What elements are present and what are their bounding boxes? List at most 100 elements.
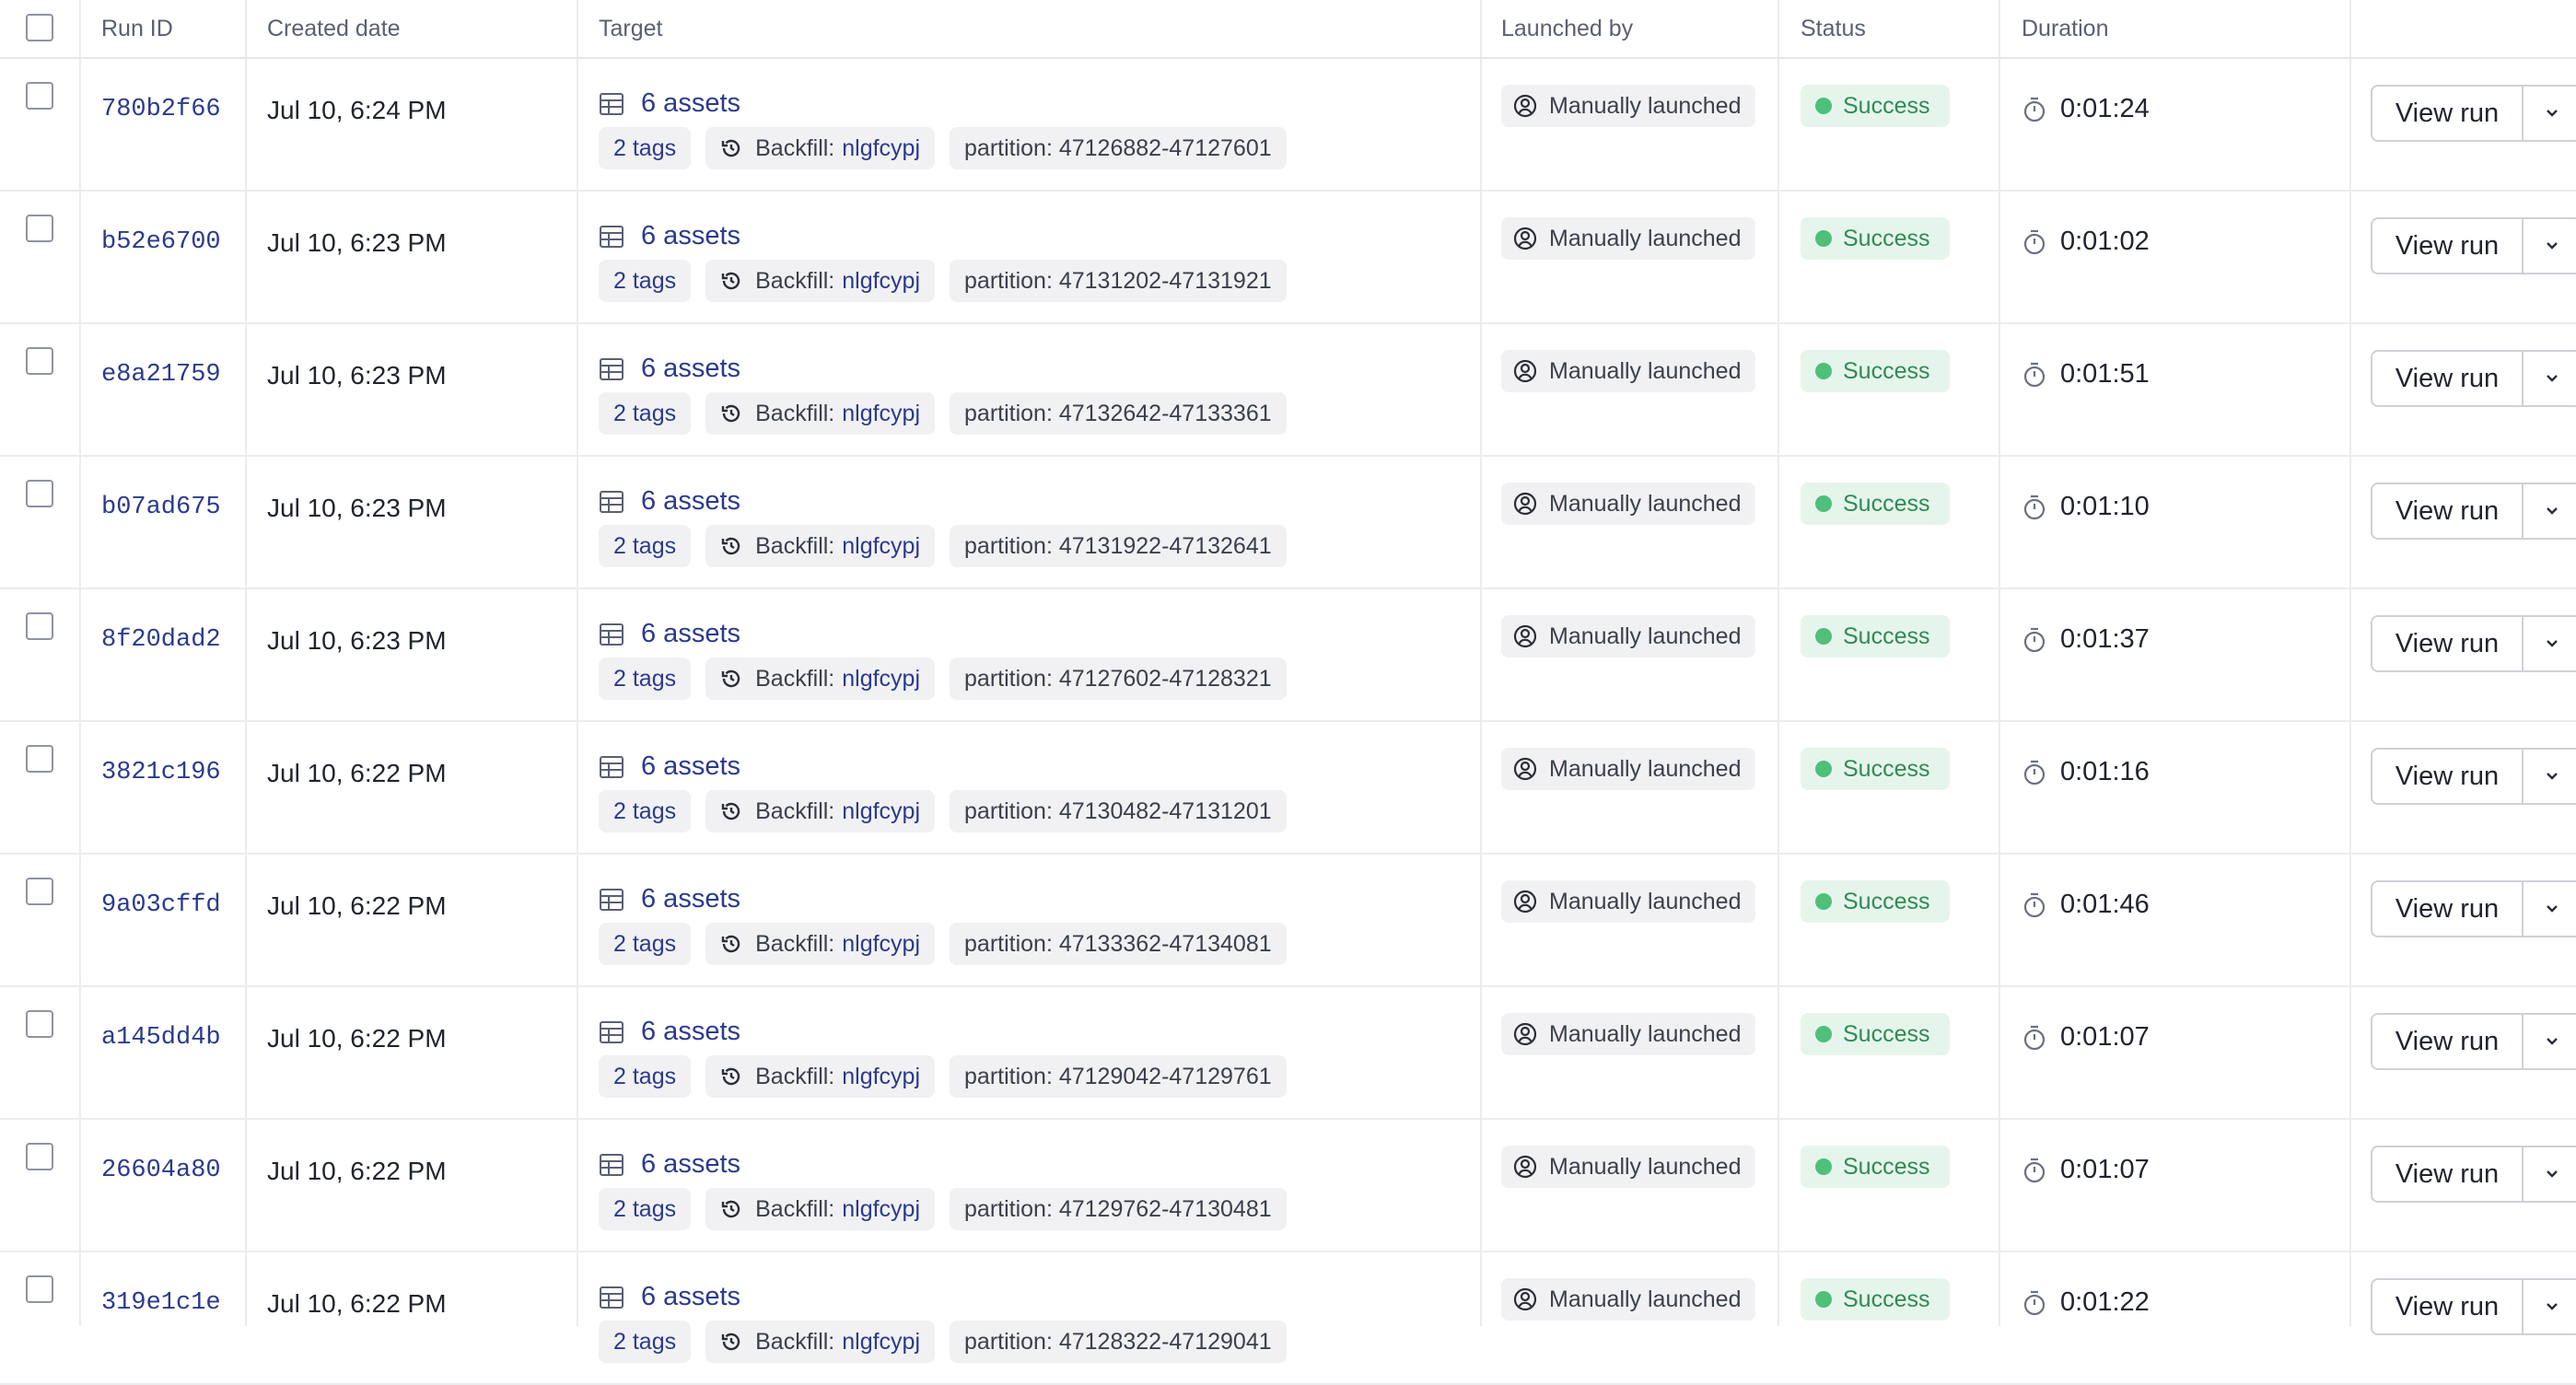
backfill-chip[interactable]: Backfill: nlgfcypj — [705, 525, 936, 567]
backfill-id-link[interactable]: nlgfcypj — [842, 931, 920, 958]
view-run-button[interactable]: View run — [2371, 1013, 2524, 1070]
assets-link[interactable]: 6 assets — [599, 486, 740, 517]
chevron-down-icon — [2547, 110, 2558, 117]
view-run-button[interactable]: View run — [2371, 748, 2524, 805]
run-id-link[interactable]: b07ad675 — [101, 494, 221, 521]
row-checkbox[interactable] — [26, 745, 53, 773]
view-run-dropdown-button[interactable] — [2524, 1013, 2576, 1070]
view-run-button[interactable]: View run — [2371, 483, 2524, 540]
status-dot — [1815, 628, 1832, 645]
view-run-button[interactable]: View run — [2371, 880, 2524, 937]
row-checkbox[interactable] — [26, 215, 53, 242]
tags-chip[interactable]: 2 tags — [599, 1055, 692, 1098]
run-id-link[interactable]: e8a21759 — [101, 361, 221, 389]
view-run-button[interactable]: View run — [2371, 1278, 2524, 1335]
assets-link[interactable]: 6 assets — [599, 751, 740, 782]
created-date: Jul 10, 6:22 PM — [267, 1289, 447, 1318]
assets-count: 6 assets — [641, 884, 740, 914]
tags-chip[interactable]: 2 tags — [599, 1321, 692, 1363]
history-icon — [721, 272, 740, 290]
backfill-chip[interactable]: Backfill: nlgfcypj — [705, 1321, 936, 1363]
tags-chip[interactable]: 2 tags — [599, 923, 692, 965]
launched-by-tag: Manually launched — [1501, 350, 1756, 392]
assets-link[interactable]: 6 assets — [599, 1149, 740, 1180]
backfill-id-link[interactable]: nlgfcypj — [842, 1329, 920, 1356]
backfill-chip[interactable]: Backfill: nlgfcypj — [705, 1055, 936, 1098]
view-run-dropdown-button[interactable] — [2524, 85, 2576, 142]
tags-chip[interactable]: 2 tags — [599, 1188, 692, 1230]
assets-link[interactable]: 6 assets — [599, 619, 740, 649]
view-run-dropdown-button[interactable] — [2524, 483, 2576, 540]
row-checkbox[interactable] — [26, 1010, 53, 1038]
chevron-down-icon — [2547, 640, 2558, 647]
launched-by-text: Manually launched — [1549, 623, 1742, 649]
assets-link[interactable]: 6 assets — [599, 221, 740, 251]
view-run-dropdown-button[interactable] — [2524, 1278, 2576, 1335]
view-run-dropdown-button[interactable] — [2524, 880, 2576, 937]
tags-chip[interactable]: 2 tags — [599, 525, 692, 567]
run-id-link[interactable]: 9a03cffd — [101, 891, 221, 919]
backfill-id-link[interactable]: nlgfcypj — [842, 135, 920, 162]
row-checkbox[interactable] — [26, 1275, 53, 1303]
partition-range: partition: 47132642-47133361 — [964, 400, 1272, 426]
run-id-link[interactable]: 319e1c1e — [101, 1289, 221, 1317]
backfill-id-link[interactable]: nlgfcypj — [842, 268, 920, 295]
backfill-chip[interactable]: Backfill: nlgfcypj — [705, 923, 936, 965]
assets-link[interactable]: 6 assets — [599, 88, 740, 119]
backfill-chip[interactable]: Backfill: nlgfcypj — [705, 392, 936, 435]
select-all-checkbox[interactable] — [26, 14, 53, 41]
view-run-dropdown-button[interactable] — [2524, 615, 2576, 672]
view-run-button[interactable]: View run — [2371, 85, 2524, 142]
tags-chip[interactable]: 2 tags — [599, 260, 692, 302]
view-run-dropdown-button[interactable] — [2524, 1146, 2576, 1203]
view-run-button[interactable]: View run — [2371, 217, 2524, 274]
launched-by-text: Manually launched — [1549, 225, 1742, 251]
backfill-id-link[interactable]: nlgfcypj — [842, 666, 920, 692]
assets-link[interactable]: 6 assets — [599, 1017, 740, 1047]
run-id-link[interactable]: 3821c196 — [101, 759, 221, 786]
user-circle-icon — [1513, 359, 1537, 383]
backfill-id-link[interactable]: nlgfcypj — [842, 401, 920, 427]
tags-chip[interactable]: 2 tags — [599, 790, 692, 832]
view-run-button[interactable]: View run — [2371, 1146, 2524, 1203]
run-id-link[interactable]: 780b2f66 — [101, 96, 221, 123]
run-id-link[interactable]: 8f20dad2 — [101, 626, 221, 654]
view-run-button[interactable]: View run — [2371, 615, 2524, 672]
backfill-id-link[interactable]: nlgfcypj — [842, 1064, 920, 1090]
row-checkbox[interactable] — [26, 612, 53, 640]
row-checkbox[interactable] — [26, 347, 53, 375]
run-id-link[interactable]: b52e6700 — [101, 228, 221, 256]
backfill-id-link[interactable]: nlgfcypj — [842, 798, 920, 825]
duration: 0:01:07 — [2022, 1155, 2150, 1185]
run-id-link[interactable]: 26604a80 — [101, 1157, 221, 1184]
user-circle-icon — [1513, 492, 1537, 516]
user-circle-icon — [1513, 757, 1537, 781]
created-date: Jul 10, 6:24 PM — [267, 96, 447, 124]
backfill-id-link[interactable]: nlgfcypj — [842, 1196, 920, 1223]
run-id-link[interactable]: a145dd4b — [101, 1024, 221, 1052]
tags-chip[interactable]: 2 tags — [599, 392, 692, 435]
view-run-button-group: View run — [2371, 748, 2576, 805]
view-run-dropdown-button[interactable] — [2524, 350, 2576, 407]
assets-link[interactable]: 6 assets — [599, 884, 740, 914]
backfill-chip[interactable]: Backfill: nlgfcypj — [705, 1188, 936, 1230]
row-checkbox[interactable] — [26, 1143, 53, 1170]
row-checkbox[interactable] — [26, 878, 53, 905]
backfill-chip[interactable]: Backfill: nlgfcypj — [705, 127, 936, 169]
backfill-chip[interactable]: Backfill: nlgfcypj — [705, 658, 936, 700]
tags-chip[interactable]: 2 tags — [599, 658, 692, 700]
tags-count: 2 tags — [613, 1328, 677, 1355]
history-icon — [721, 1333, 740, 1351]
row-checkbox[interactable] — [26, 82, 53, 110]
row-checkbox[interactable] — [26, 480, 53, 507]
backfill-chip[interactable]: Backfill: nlgfcypj — [705, 260, 936, 302]
backfill-id-link[interactable]: nlgfcypj — [842, 533, 920, 560]
tags-count: 2 tags — [613, 797, 677, 824]
assets-link[interactable]: 6 assets — [599, 1282, 740, 1312]
backfill-chip[interactable]: Backfill: nlgfcypj — [705, 790, 936, 832]
view-run-button[interactable]: View run — [2371, 350, 2524, 407]
view-run-dropdown-button[interactable] — [2524, 748, 2576, 805]
view-run-dropdown-button[interactable] — [2524, 217, 2576, 274]
assets-link[interactable]: 6 assets — [599, 354, 740, 384]
tags-chip[interactable]: 2 tags — [599, 127, 692, 169]
